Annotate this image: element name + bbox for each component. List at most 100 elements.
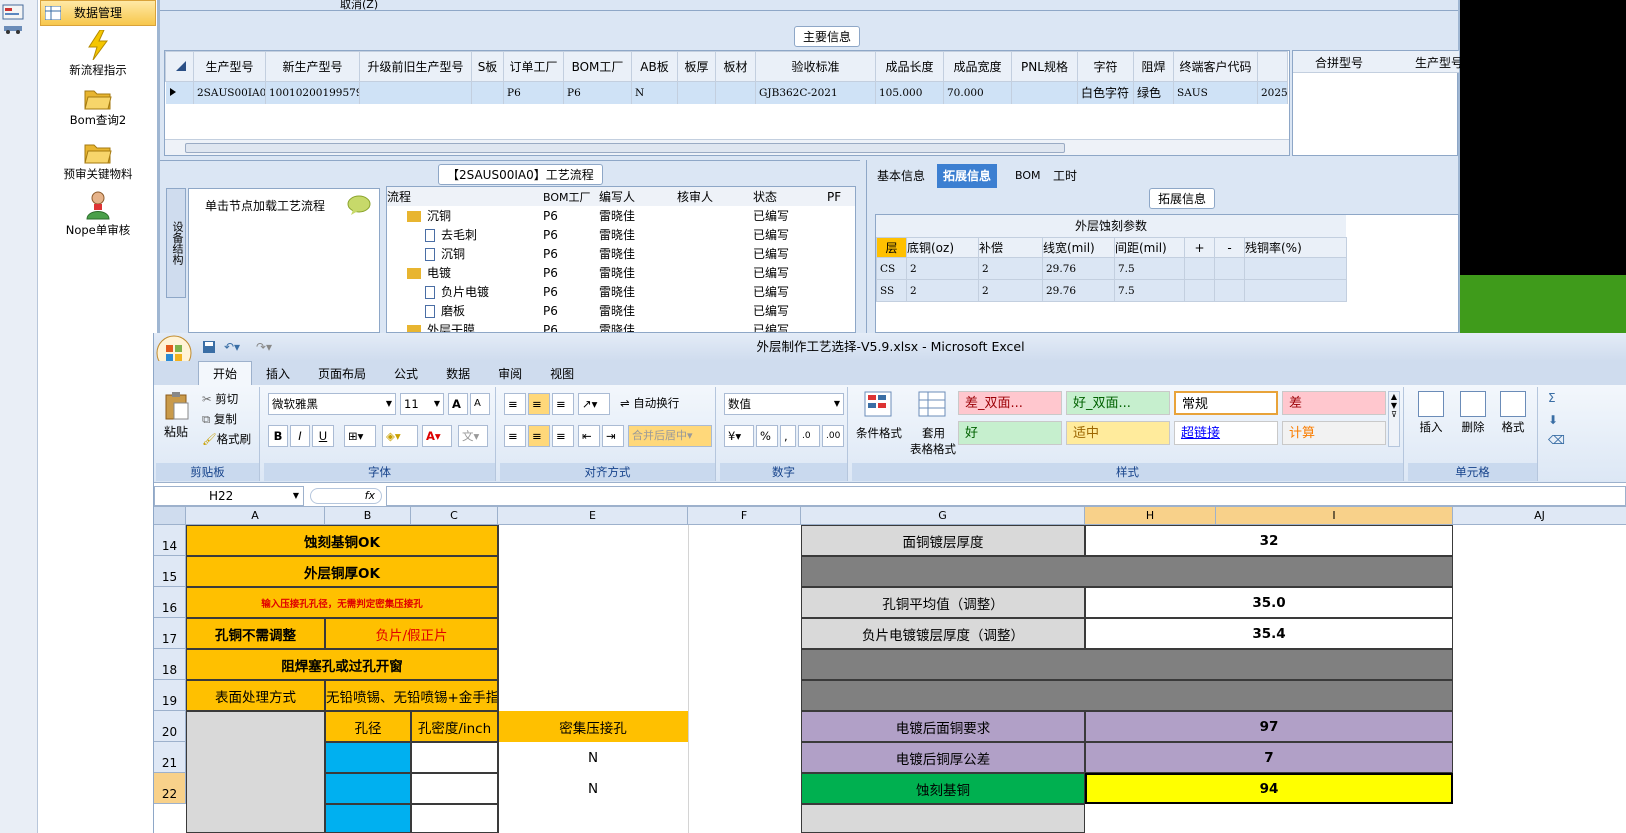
cell-a19[interactable]: 表面处理方式	[186, 680, 325, 711]
cell-style-swatch[interactable]: 超链接	[1174, 421, 1278, 445]
tab-hours[interactable]: 工时	[1047, 164, 1083, 188]
grow-font-icon[interactable]: A	[448, 393, 468, 415]
tab-insert[interactable]: 插入	[252, 362, 304, 386]
cell-a17[interactable]: 孔铜不需调整	[186, 618, 325, 649]
column-header[interactable]: B	[325, 507, 411, 525]
table-row[interactable]: 2SAUS00IA0 10010200199579 P6 P6 N GJB362…	[165, 81, 1288, 104]
cell-h14[interactable]: 32	[1085, 525, 1453, 556]
col-header[interactable]: 状态	[753, 187, 827, 206]
row-header-selected[interactable]: 22	[154, 773, 186, 804]
tab-basic-info[interactable]: 基本信息	[871, 164, 931, 188]
tree-node[interactable]: 沉铜 P6 雷晓佳 已编写	[387, 206, 855, 225]
table-cell[interactable]: P6	[503, 81, 564, 104]
format-as-table-label2[interactable]: 表格格式	[910, 441, 956, 457]
cell-a16[interactable]: 输入压接孔孔径，无需判定密集压接孔	[186, 587, 498, 618]
horizontal-scrollbar[interactable]	[165, 139, 1289, 155]
tree-node[interactable]: 电镀 P6 雷晓佳 已编写	[387, 263, 855, 282]
row-selector[interactable]	[165, 81, 194, 104]
row-header[interactable]: 17	[154, 618, 186, 649]
column-header-selected[interactable]: I	[1216, 507, 1453, 525]
col-header[interactable]: 终端客户代码	[1173, 51, 1258, 82]
col-header[interactable]: 生产型号	[193, 51, 266, 82]
cell-style-swatch[interactable]: 差	[1282, 391, 1386, 415]
cell-e21[interactable]: N	[498, 742, 688, 773]
bold-icon[interactable]: B	[268, 425, 288, 447]
table-cell[interactable]: P6	[563, 81, 632, 104]
row-header[interactable]: 19	[154, 680, 186, 711]
italic-icon[interactable]: I	[290, 425, 310, 447]
table-cell[interactable]: 7.5	[1114, 257, 1185, 280]
cell-c22[interactable]	[411, 773, 498, 804]
number-format-select[interactable]: 数值 ▼	[724, 393, 844, 415]
indent-decrease-icon[interactable]: ⇤	[578, 425, 600, 447]
increase-decimal-icon[interactable]: .0	[798, 425, 820, 447]
col-header[interactable]: S板	[471, 51, 504, 82]
col-header[interactable]: 生产型号	[1415, 54, 1463, 71]
cell-g23[interactable]	[801, 804, 1085, 833]
cell-a20[interactable]	[186, 711, 325, 833]
cell-g16[interactable]: 孔铜平均值（调整）	[801, 587, 1085, 618]
cell-g17[interactable]: 负片电镀镀层厚度（调整）	[801, 618, 1085, 649]
align-bottom-icon[interactable]: ≡	[552, 393, 574, 415]
tab-review[interactable]: 审阅	[484, 362, 536, 386]
align-right-icon[interactable]: ≡	[552, 425, 574, 447]
table-cell[interactable]: 7.5	[1114, 279, 1185, 302]
sidebar-item-nope-audit[interactable]: Nope单审核	[40, 190, 156, 238]
cell-style-swatch[interactable]: 适中	[1066, 421, 1170, 445]
table-cell[interactable]	[1214, 279, 1245, 302]
product-grid[interactable]: 生产型号 新生产型号 升级前旧生产型号 S板 订单工厂 BOM工厂 AB板 板厚…	[164, 50, 1290, 156]
align-middle-icon[interactable]: ≡	[528, 393, 550, 415]
cell-h20[interactable]: 97	[1085, 711, 1453, 742]
column-header[interactable]: F	[688, 507, 801, 525]
table-cell[interactable]: 70.000	[943, 81, 1012, 104]
row-header[interactable]: 18	[154, 649, 186, 680]
cell-g22[interactable]: 蚀刻基铜	[801, 773, 1085, 804]
col-header[interactable]: 流程	[387, 187, 543, 206]
cell-g19[interactable]	[801, 680, 1453, 711]
phonetic-icon[interactable]: 文▾	[458, 425, 488, 447]
table-cell[interactable]: 白色字符	[1077, 81, 1134, 104]
table-cell[interactable]: 29.76	[1042, 279, 1115, 302]
table-cell[interactable]	[1011, 81, 1078, 104]
cell-h21[interactable]: 7	[1085, 742, 1453, 773]
conditional-format-icon[interactable]	[864, 391, 894, 419]
cell-g20[interactable]: 电镀后面铜要求	[801, 711, 1085, 742]
comma-icon[interactable]: ,	[780, 425, 796, 447]
select-all-corner[interactable]	[154, 507, 186, 525]
col-header[interactable]: 升级前旧生产型号	[359, 51, 472, 82]
cell-a18[interactable]: 阻焊塞孔或过孔开窗	[186, 649, 498, 680]
name-box[interactable]: H22 ▼	[154, 486, 304, 506]
col-header[interactable]: 板材	[715, 51, 756, 82]
col-header[interactable]: 成品长度	[875, 51, 944, 82]
merge-grid[interactable]: 合拼型号 生产型号	[1292, 50, 1463, 156]
decrease-decimal-icon[interactable]: .00	[822, 425, 844, 447]
table-cell[interactable]: CS	[876, 257, 907, 280]
col-header[interactable]: BOM工厂	[563, 51, 632, 82]
align-center-icon[interactable]: ≡	[528, 425, 550, 447]
row-selector-header[interactable]	[165, 51, 194, 82]
col-header[interactable]: 字符	[1077, 51, 1134, 82]
col-header[interactable]: 合拼型号	[1315, 54, 1363, 71]
cell-b19[interactable]: 无铅喷锡、无铅喷锡+金手指	[325, 680, 498, 711]
table-row[interactable]: SS 2 2 29.76 7.5	[876, 279, 1347, 302]
cell-e20[interactable]: 密集压接孔	[498, 711, 688, 742]
cell-c20[interactable]: 孔密度/inch	[411, 711, 498, 742]
table-cell[interactable]	[1244, 257, 1347, 280]
cell-c21[interactable]	[411, 742, 498, 773]
tree-node[interactable]: 负片电镀 P6 雷晓佳 已编写	[387, 282, 855, 301]
scrollbar-thumb[interactable]	[185, 143, 1065, 153]
table-cell[interactable]	[1244, 279, 1347, 302]
font-color-icon[interactable]: A▾	[422, 425, 452, 447]
row-header[interactable]: 21	[154, 742, 186, 773]
tree-node[interactable]: 外层干膜 P6 雷晓佳 已编写	[387, 320, 855, 332]
sidebar-item-bom-query[interactable]: Bom查询2	[40, 86, 156, 128]
align-left-icon[interactable]: ≡	[504, 425, 526, 447]
table-cell[interactable]	[715, 81, 756, 104]
font-size-select[interactable]: 11 ▼	[400, 393, 444, 415]
indent-increase-icon[interactable]: ⇥	[602, 425, 624, 447]
col-header[interactable]: AB板	[631, 51, 678, 82]
border-icon[interactable]: ⊞▾	[344, 425, 376, 447]
table-cell[interactable]	[359, 81, 472, 104]
tab-home[interactable]: 开始	[198, 361, 253, 386]
cell-style-swatch[interactable]: 差_双面...	[958, 391, 1062, 415]
